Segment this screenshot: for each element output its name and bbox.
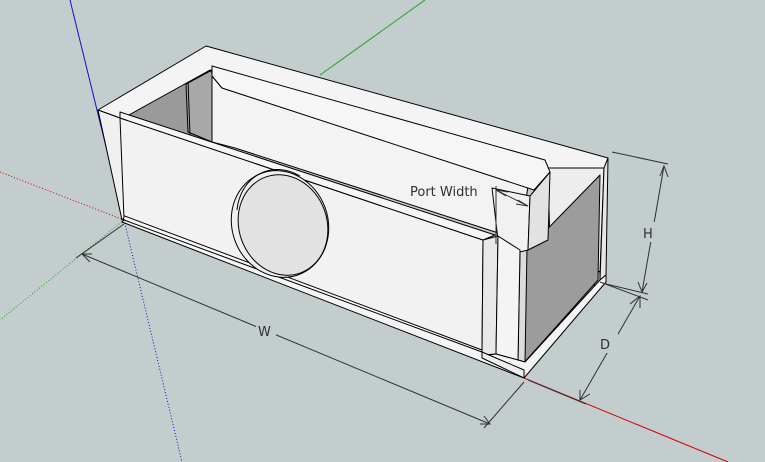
left-end-face	[97, 109, 125, 221]
green-axis-solid	[319, 0, 426, 76]
port-wall-front-lit	[495, 235, 521, 361]
green-axis-dotted	[0, 219, 125, 321]
depth-label: D	[600, 338, 610, 353]
blue-axis-dotted	[123, 219, 183, 462]
port-wall-front	[481, 235, 499, 356]
sketchup-3d-viewport[interactable]: W D H Port Width	[0, 0, 765, 462]
height-label: H	[643, 227, 653, 242]
model-canvas[interactable]: W D H Port Width	[0, 0, 765, 462]
port-width-label: Port Width	[410, 185, 478, 200]
subwoofer-box-model[interactable]	[97, 45, 609, 379]
red-axis-dotted	[0, 171, 125, 221]
width-label: W	[258, 325, 271, 340]
